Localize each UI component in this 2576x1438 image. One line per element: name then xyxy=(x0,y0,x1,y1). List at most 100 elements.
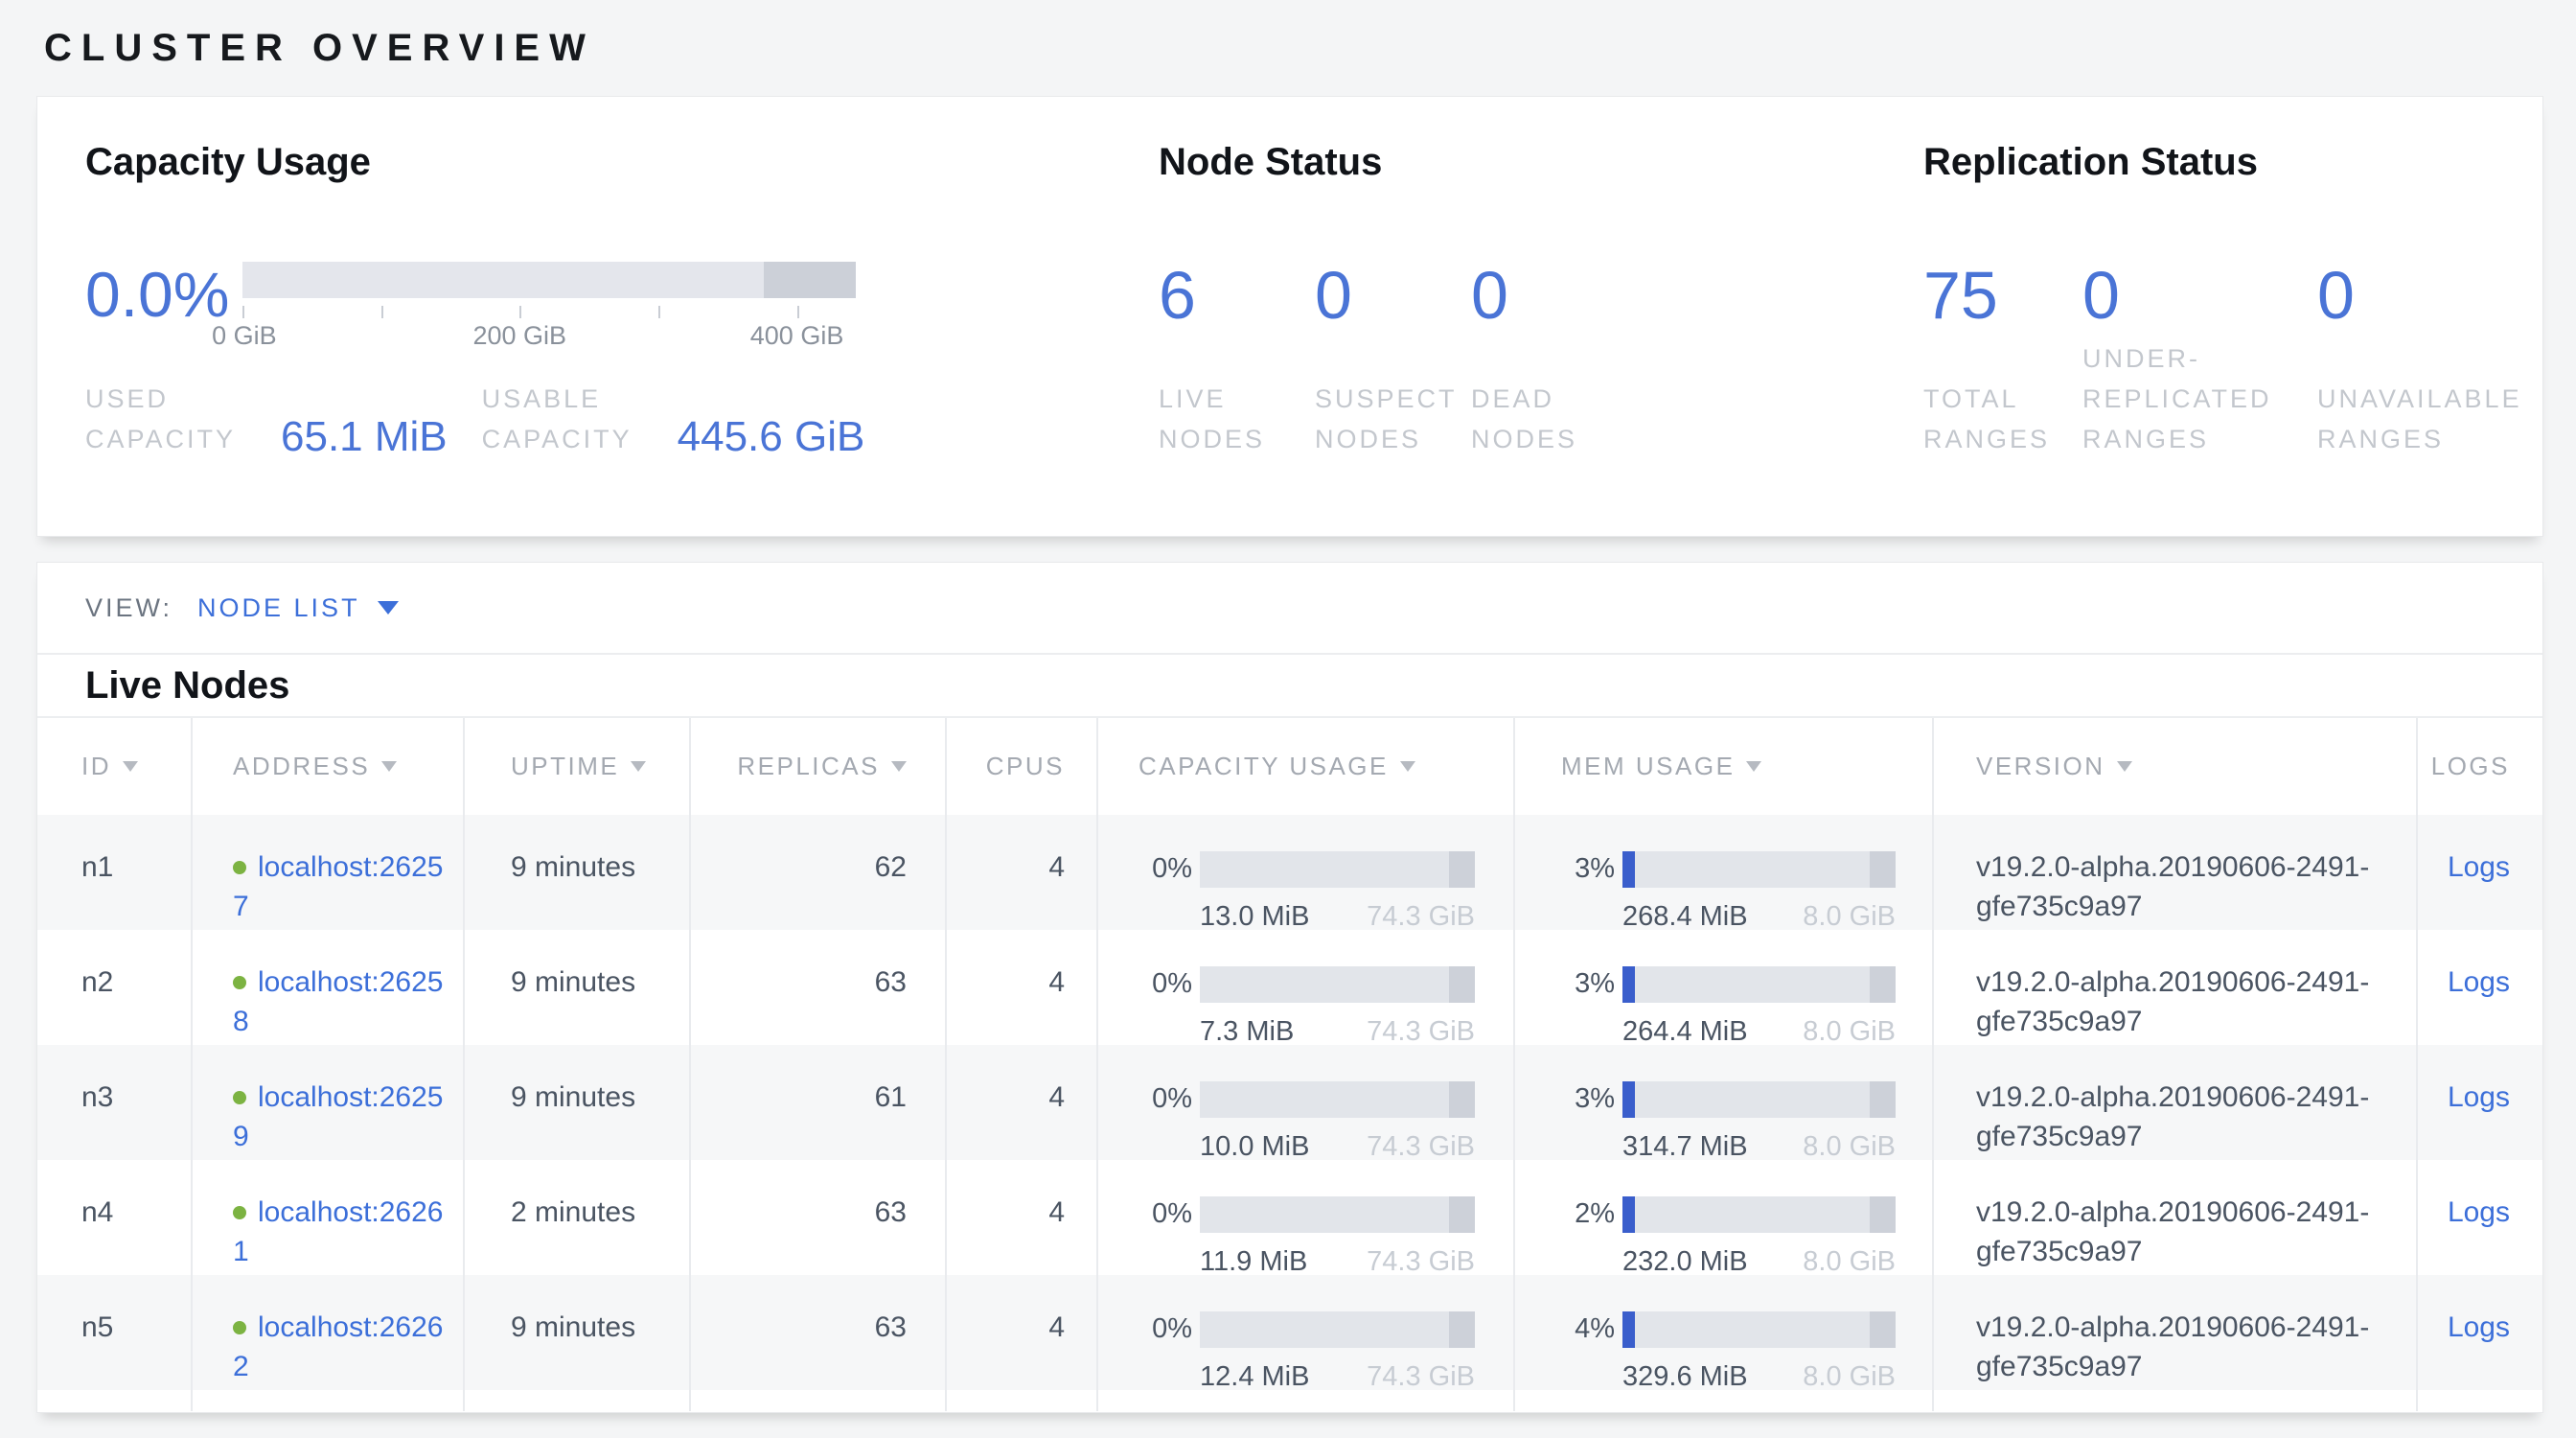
column-header-logs: LOGS xyxy=(2416,718,2542,815)
live-nodes-heading: Live Nodes xyxy=(37,655,2542,716)
logs-link[interactable]: Logs xyxy=(2448,1311,2510,1343)
used-capacity-value: 65.1 MiB xyxy=(281,415,448,459)
table-row: n3 localhost:26259 9 minutes 61 4 0% 10.… xyxy=(37,1045,2542,1160)
capacity-percent-label: 0% xyxy=(1138,849,1192,889)
mem-percent-label: 3% xyxy=(1561,1079,1615,1119)
view-selector-dropdown[interactable]: NODE LIST xyxy=(197,593,399,623)
axis-tick xyxy=(242,306,244,318)
column-header-label: CPUS xyxy=(986,752,1065,781)
axis-tick-label: 200 GiB xyxy=(472,321,566,351)
live-nodes-label: LIVE NODES xyxy=(1159,379,1283,459)
node-replicas-cell: 63 xyxy=(689,930,945,1045)
axis-tick xyxy=(797,306,799,318)
view-selected-value: NODE LIST xyxy=(197,593,360,623)
column-header-id[interactable]: ID xyxy=(37,718,191,815)
column-header-address[interactable]: ADDRESS xyxy=(191,718,463,815)
node-logs-cell: Logs xyxy=(2416,1275,2542,1390)
mem-percent-label: 2% xyxy=(1561,1194,1615,1234)
logs-link[interactable]: Logs xyxy=(2448,851,2510,883)
sort-caret-icon xyxy=(1400,761,1415,772)
dead-nodes-label: DEAD NODES xyxy=(1471,379,1596,459)
capacity-usage-bar xyxy=(1200,1081,1475,1118)
under-replicated-ranges-label: UNDER-REPLICATED RANGES xyxy=(2082,338,2279,459)
node-address-link[interactable]: localhost:26258 xyxy=(233,966,443,1037)
column-header-cpus: CPUS xyxy=(945,718,1096,815)
node-uptime-cell: 9 minutes xyxy=(463,1045,689,1160)
table-header-row: ID ADDRESS UPTIME REPLICAS CPUS CAPACITY… xyxy=(37,716,2542,815)
sort-caret-icon xyxy=(1746,761,1761,772)
capacity-usage-heading: Capacity Usage xyxy=(85,139,1159,185)
bar-used-segment xyxy=(1622,851,1635,888)
under-replicated-ranges-value: 0 xyxy=(2082,258,2279,333)
axis-tick xyxy=(519,306,521,318)
chevron-down-icon xyxy=(378,601,399,615)
node-uptime-cell: 2 minutes xyxy=(463,1160,689,1275)
table-row-partial xyxy=(37,1390,2542,1411)
live-status-icon xyxy=(233,1091,246,1104)
node-id-cell: n2 xyxy=(37,930,191,1045)
node-replicas-cell: 62 xyxy=(689,815,945,930)
capacity-usage-bar xyxy=(1200,851,1475,888)
node-address-link[interactable]: localhost:26262 xyxy=(233,1311,443,1382)
column-header-label: MEM USAGE xyxy=(1561,752,1735,781)
used-capacity-label: USED CAPACITY xyxy=(85,379,256,459)
live-status-icon xyxy=(233,1321,246,1334)
total-ranges-stat: 75 TOTAL RANGES xyxy=(1923,258,2048,459)
bar-used-segment xyxy=(1622,1196,1635,1233)
node-address-link[interactable]: localhost:26257 xyxy=(233,851,443,922)
capacity-usage-bar xyxy=(1200,1311,1475,1348)
bar-endcap xyxy=(1449,1081,1475,1118)
node-address-cell: localhost:26257 xyxy=(191,815,463,930)
mem-percent-label: 3% xyxy=(1561,849,1615,889)
replication-status-section: Replication Status 75 TOTAL RANGES 0 UND… xyxy=(1923,139,2542,459)
column-header-version[interactable]: VERSION xyxy=(1932,718,2416,815)
dead-nodes-stat: 0 DEAD NODES xyxy=(1471,258,1596,459)
usable-capacity-value: 445.6 GiB xyxy=(678,415,865,459)
capacity-percent-value: 0.0% xyxy=(85,258,242,331)
column-header-capacity-usage[interactable]: CAPACITY USAGE xyxy=(1096,718,1513,815)
suspect-nodes-stat: 0 SUSPECT NODES xyxy=(1315,258,1439,459)
logs-link[interactable]: Logs xyxy=(2448,1081,2510,1113)
capacity-bar-endcap xyxy=(764,262,856,298)
mem-usage-cell: 3% 264.4 MiB 8.0 GiB xyxy=(1513,930,1932,1045)
node-logs-cell: Logs xyxy=(2416,1045,2542,1160)
node-address-cell: localhost:26259 xyxy=(191,1045,463,1160)
usable-capacity-label: USABLE CAPACITY xyxy=(482,379,653,459)
bar-endcap xyxy=(1870,1081,1896,1118)
node-logs-cell: Logs xyxy=(2416,1160,2542,1275)
mem-usage-bar xyxy=(1622,851,1896,888)
sort-caret-icon xyxy=(123,761,138,772)
node-cpus-cell: 4 xyxy=(945,1275,1096,1390)
column-header-replicas[interactable]: REPLICAS xyxy=(689,718,945,815)
capacity-usage-bar xyxy=(1200,1196,1475,1233)
bar-endcap xyxy=(1870,966,1896,1003)
capacity-usage-cell: 0% 13.0 MiB 74.3 GiB xyxy=(1096,815,1513,930)
logs-link[interactable]: Logs xyxy=(2448,1196,2510,1228)
node-address-cell: localhost:26261 xyxy=(191,1160,463,1275)
node-address-cell: localhost:26258 xyxy=(191,930,463,1045)
capacity-usage-cell: 0% 11.9 MiB 74.3 GiB xyxy=(1096,1160,1513,1275)
node-address-link[interactable]: localhost:26261 xyxy=(233,1196,443,1267)
bar-endcap xyxy=(1449,966,1475,1003)
mem-usage-bar xyxy=(1622,966,1896,1003)
mem-usage-bar xyxy=(1622,1196,1896,1233)
node-id-cell: n1 xyxy=(37,815,191,930)
node-replicas-cell: 63 xyxy=(689,1160,945,1275)
bar-endcap xyxy=(1870,1311,1896,1348)
sort-caret-icon xyxy=(891,761,907,772)
bar-endcap xyxy=(1870,851,1896,888)
dead-nodes-value: 0 xyxy=(1471,258,1596,333)
node-status-section: Node Status 6 LIVE NODES 0 SUSPECT NODES… xyxy=(1159,139,1923,459)
bar-used-segment xyxy=(1622,1311,1635,1348)
mem-usage-cell: 3% 314.7 MiB 8.0 GiB xyxy=(1513,1045,1932,1160)
column-header-mem-usage[interactable]: MEM USAGE xyxy=(1513,718,1932,815)
capacity-usage-section: Capacity Usage 0.0% 0 GiB 200 GiB 400 Gi… xyxy=(85,139,1159,459)
sort-caret-icon xyxy=(381,761,397,772)
under-replicated-ranges-stat: 0 UNDER-REPLICATED RANGES xyxy=(2082,258,2279,459)
node-cpus-cell: 4 xyxy=(945,1045,1096,1160)
table-row: n1 localhost:26257 9 minutes 62 4 0% 13.… xyxy=(37,815,2542,930)
mem-usage-bar xyxy=(1622,1081,1896,1118)
node-address-link[interactable]: localhost:26259 xyxy=(233,1081,443,1152)
logs-link[interactable]: Logs xyxy=(2448,966,2510,998)
column-header-uptime[interactable]: UPTIME xyxy=(463,718,689,815)
